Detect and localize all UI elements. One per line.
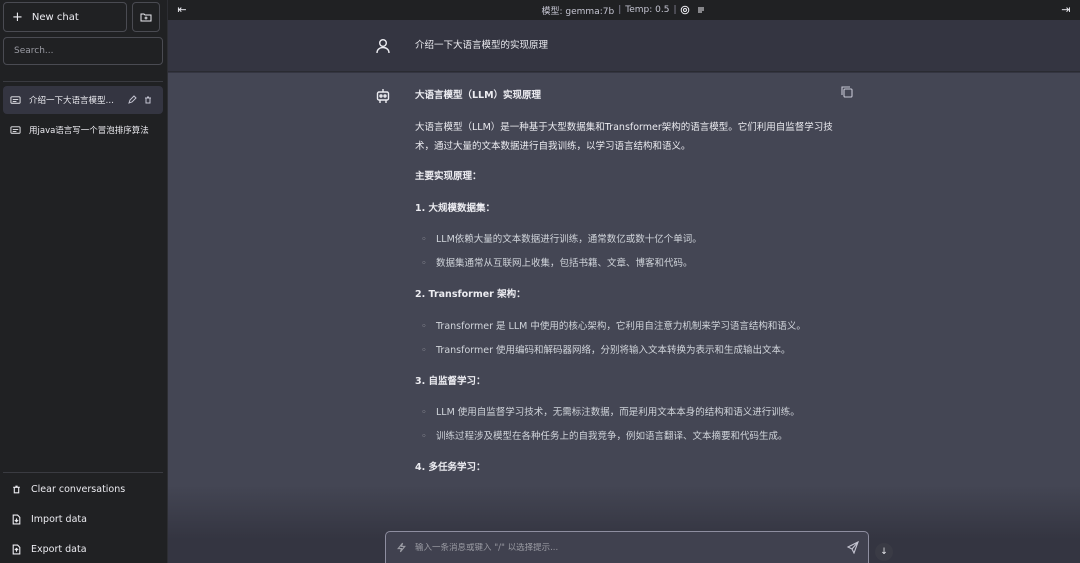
chat-icon	[10, 95, 21, 104]
conversation-item[interactable]: 用java语言写一个冒泡排序算法	[3, 116, 163, 144]
response-intro: 大语言模型（LLM）是一种基于大型数据集和Transformer架构的语言模型。…	[415, 122, 833, 152]
file-export-icon	[12, 544, 21, 554]
collapse-sidebar-left-icon[interactable]: ⇤	[174, 1, 190, 17]
new-folder-button[interactable]	[132, 2, 160, 32]
pencil-icon[interactable]	[127, 95, 137, 105]
divider	[3, 81, 163, 82]
model-settings-bar: 模型: gemma:7b | Temp: 0.5 |	[168, 0, 1080, 20]
separator: |	[673, 5, 677, 15]
conversation-label: 介绍一下大语言模型的...	[29, 96, 121, 106]
plus-icon: +	[12, 9, 23, 25]
user-message: 介绍一下大语言模型的实现原理	[415, 40, 549, 51]
response-title: 大语言模型（LLM）实现原理	[415, 90, 542, 101]
sidebar: + New chat 介绍一下大语言模型的... 用java语言写一个冒泡排序算…	[0, 0, 168, 563]
section-heading: 1. 大规模数据集：	[415, 203, 496, 214]
bullet: ◦	[421, 234, 427, 245]
chat-icon	[10, 125, 21, 134]
list-item: Transformer 是 LLM 中使用的核心架构，它利用自注意力机制来学习语…	[436, 321, 806, 332]
bullet: ◦	[421, 321, 427, 332]
bullet: ◦	[421, 407, 427, 418]
model-label: 模型: gemma:7b	[541, 6, 615, 17]
section-heading: 2. Transformer 架构：	[415, 289, 526, 300]
copy-icon[interactable]	[840, 85, 854, 99]
chat-input-container	[385, 531, 869, 563]
section-heading: 主要实现原理：	[415, 171, 482, 182]
separator: |	[618, 5, 622, 15]
export-data-button[interactable]: Export data	[3, 536, 163, 562]
scroll-down-button[interactable]: ↓	[875, 543, 893, 561]
clear-conversations-button[interactable]: Clear conversations	[3, 476, 163, 502]
list-item: 数据集通常从互联网上收集，包括书籍、文章、博客和代码。	[436, 258, 693, 269]
trash-icon[interactable]	[143, 95, 153, 105]
robot-icon	[376, 89, 390, 103]
conversation-label: 用java语言写一个冒泡排序算法	[29, 126, 149, 136]
clear-conversations-label: Clear conversations	[31, 483, 126, 495]
chat-input[interactable]	[415, 542, 835, 553]
bullet: ◦	[421, 345, 427, 356]
import-data-button[interactable]: Import data	[3, 506, 163, 532]
folder-plus-icon	[140, 13, 152, 22]
bullet: ◦	[421, 431, 427, 442]
search-input[interactable]	[3, 37, 163, 65]
list-item: LLM 使用自监督学习技术，无需标注数据，而是利用文本本身的结构和语义进行训练。	[436, 407, 800, 418]
user-message-row	[168, 20, 1080, 72]
divider	[3, 472, 163, 473]
eraser-icon[interactable]	[696, 5, 706, 15]
export-data-label: Export data	[31, 543, 87, 555]
file-import-icon	[12, 514, 21, 524]
lightning-icon[interactable]	[396, 542, 407, 553]
bullet: ◦	[421, 258, 427, 269]
list-item: 训练过程涉及模型在各种任务上的自我竞争，例如语言翻译、文本摘要和代码生成。	[436, 431, 788, 442]
user-icon	[376, 39, 390, 54]
gear-icon[interactable]	[680, 5, 690, 15]
list-item: LLM依赖大量的文本数据进行训练，通常数亿或数十亿个单词。	[436, 234, 702, 245]
new-chat-button[interactable]: + New chat	[3, 2, 127, 32]
send-icon[interactable]	[846, 540, 860, 554]
new-chat-label: New chat	[31, 11, 79, 23]
collapse-sidebar-right-icon[interactable]: ⇥	[1058, 1, 1074, 17]
import-data-label: Import data	[31, 513, 87, 525]
list-item: Transformer 使用编码和解码器网络，分别将输入文本转换为表示和生成输出…	[436, 345, 791, 356]
temperature-label: Temp: 0.5	[625, 5, 670, 15]
conversation-item[interactable]: 介绍一下大语言模型的...	[3, 86, 163, 114]
trash-icon	[13, 485, 20, 493]
section-heading: 3. 自监督学习：	[415, 376, 486, 387]
arrow-down-icon: ↓	[880, 547, 888, 557]
section-heading: 4. 多任务学习：	[415, 462, 486, 473]
